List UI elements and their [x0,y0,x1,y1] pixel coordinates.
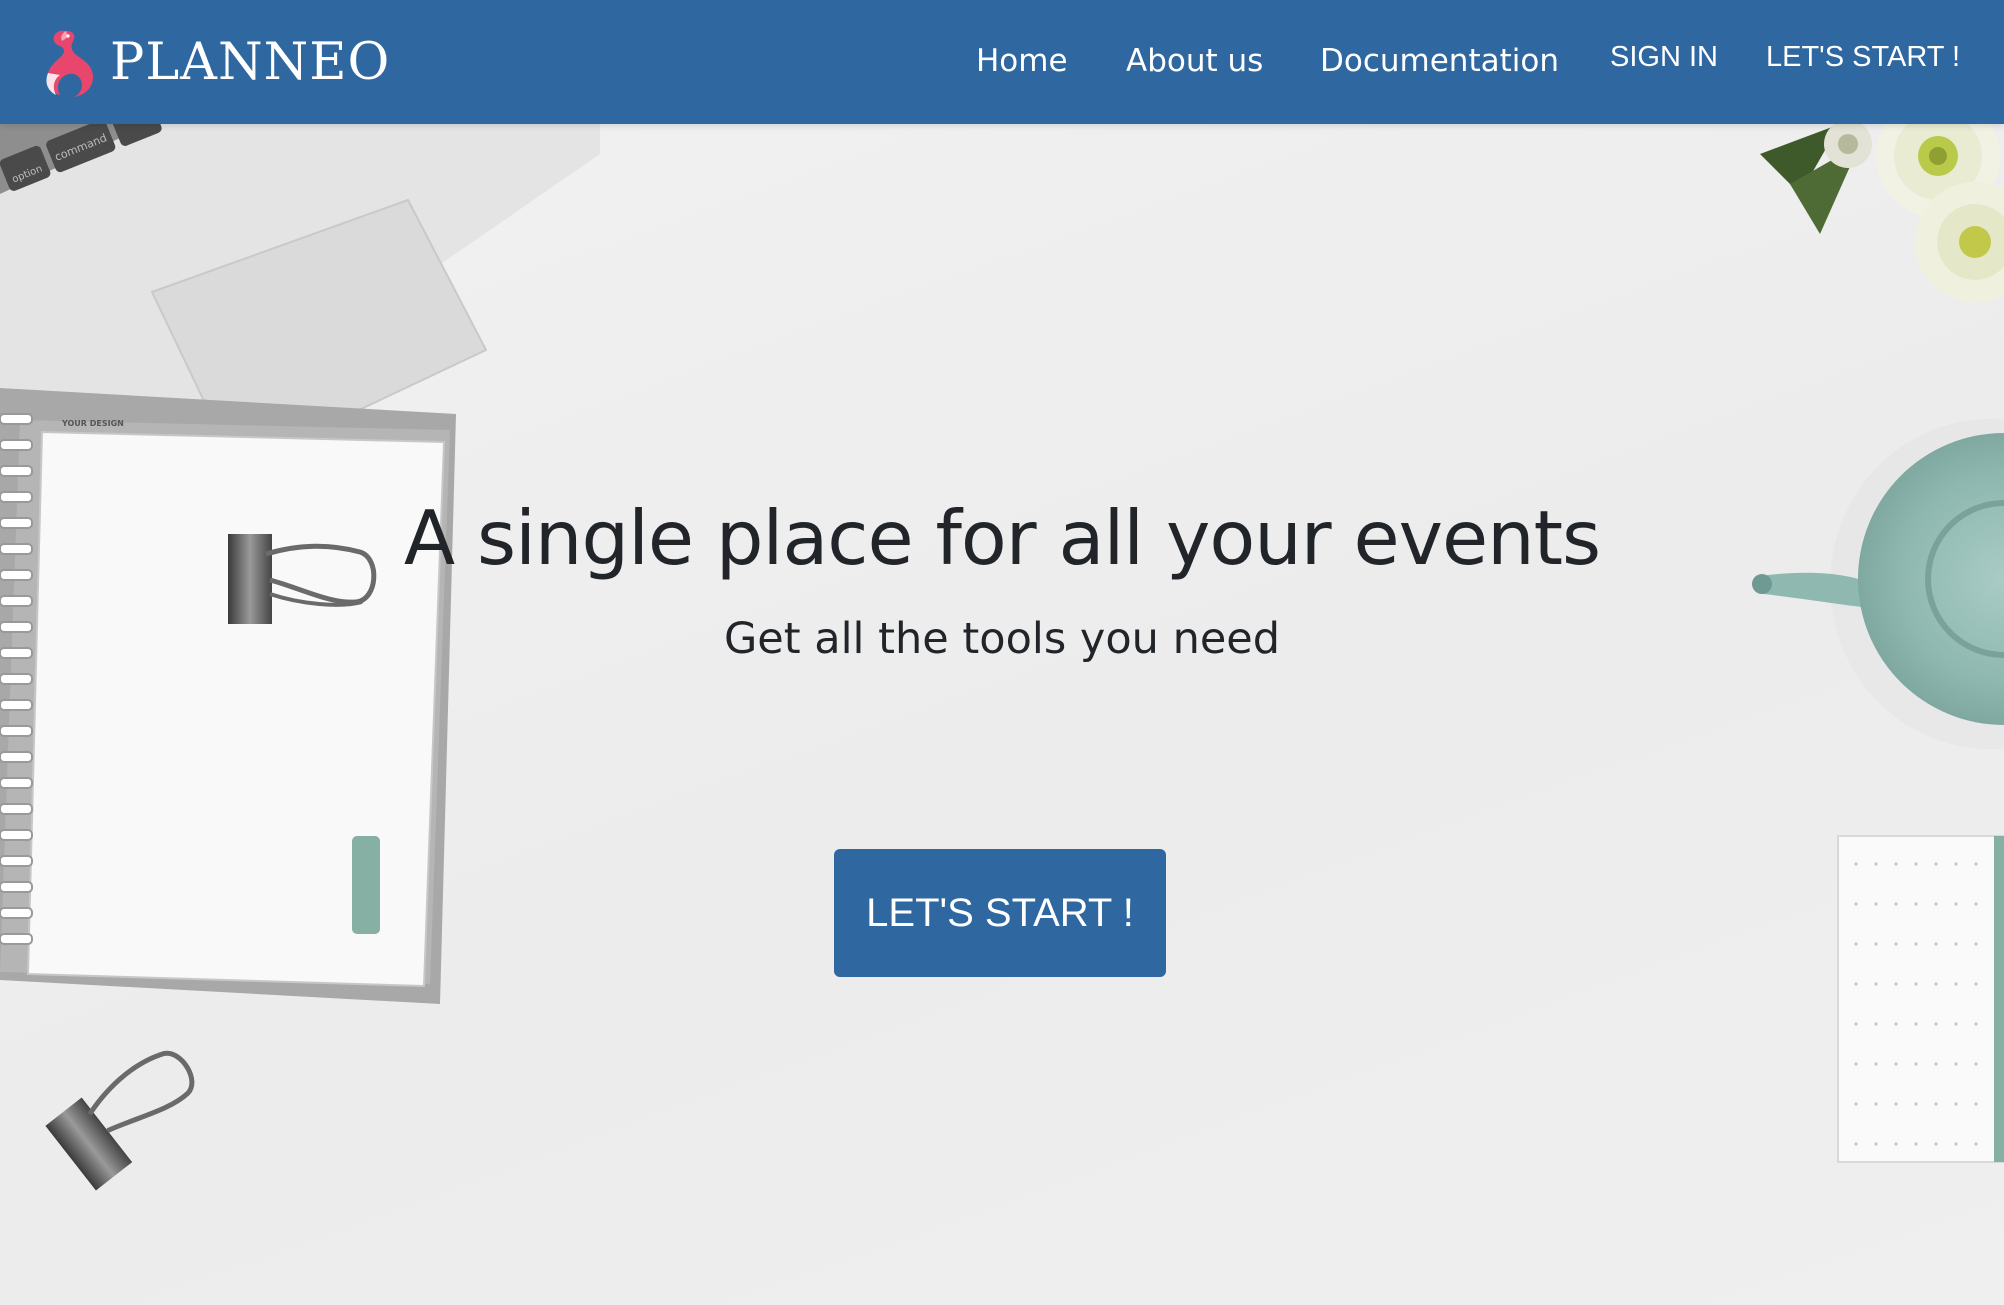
nav-home-link[interactable]: Home [976,46,1068,77]
nav-lets-start-link[interactable]: LET'S START ! [1766,43,1960,72]
flamingo-logo-icon [46,30,94,97]
flowers-icon [1760,124,2004,302]
notebook-caption: YOUR DESIGN [61,419,124,428]
nav-documentation-link[interactable]: Documentation [1320,46,1559,77]
nav-about-link[interactable]: About us [1126,46,1263,77]
binder-clip-icon [45,1051,195,1191]
notebook-icon: YOUR DESIGN [0,388,456,1004]
brand-name: PLANNEO [110,32,391,92]
nav-sign-in-link[interactable]: SIGN IN [1610,43,1718,72]
hero-section: command option YOUR DESIGN [0,124,2004,1305]
desk-background-illustration: command option YOUR DESIGN [0,124,2004,1191]
brand[interactable]: PLANNEO [38,26,390,98]
lets-start-button[interactable]: LET'S START ! [834,849,1166,977]
notepad-icon [1837,835,2004,1163]
top-navbar: PLANNEO Home About us Documentation SIGN… [0,0,2004,124]
hero-title: A single place for all your events [403,494,1601,582]
teapot-icon [1752,419,2004,749]
hero-subtitle: Get all the tools you need [723,614,1281,664]
